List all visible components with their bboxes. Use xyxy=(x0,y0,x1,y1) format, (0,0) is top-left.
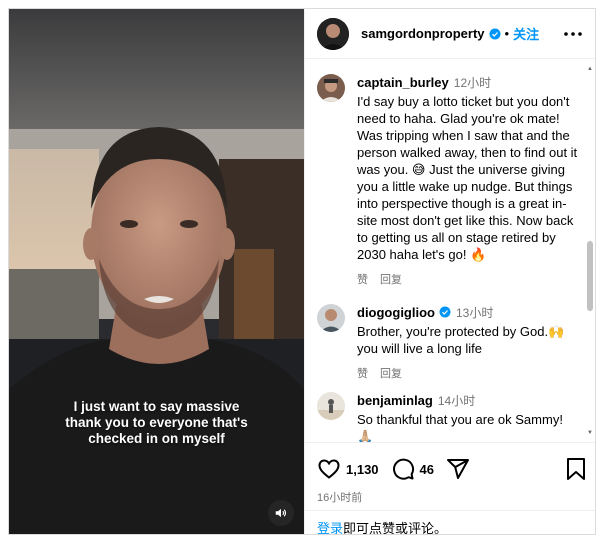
comment-username[interactable]: diogogiglioo xyxy=(357,305,435,320)
comment-list[interactable]: captain_burley 12小时 I'd say buy a lotto t… xyxy=(305,60,595,442)
verified-icon xyxy=(489,28,501,39)
comment-text: I'd say buy a lotto ticket but you don't… xyxy=(357,94,578,262)
verified-icon xyxy=(439,306,451,318)
share-icon xyxy=(447,459,470,479)
separator-dot: • xyxy=(504,26,510,41)
commenter-avatar[interactable] xyxy=(317,392,345,420)
comment-time[interactable]: 14小时 xyxy=(438,394,475,408)
caption-line: I just want to say massive xyxy=(73,399,240,414)
commenter-avatar[interactable] xyxy=(317,304,345,332)
commenter-avatar[interactable] xyxy=(317,74,345,102)
comment-username[interactable]: captain_burley xyxy=(357,75,449,90)
login-prompt: 登录即可点赞或评论。 xyxy=(305,510,595,535)
post-actions: 1,130 46 16小时前 登录即可点赞或评论。 xyxy=(305,442,595,535)
share-button[interactable] xyxy=(446,457,470,481)
avatar-image xyxy=(317,304,345,332)
comment-icon xyxy=(392,458,414,480)
bookmark-icon xyxy=(567,458,585,480)
login-link[interactable]: 登录 xyxy=(317,521,343,534)
sound-toggle-button[interactable] xyxy=(268,500,294,526)
comment-username[interactable]: benjaminlag xyxy=(357,393,433,408)
post-header: samgordonproperty • 关注 xyxy=(305,9,595,59)
post-sidebar: samgordonproperty • 关注 captain_burley 12… xyxy=(304,9,595,535)
like-button[interactable] xyxy=(317,457,341,481)
scroll-down-arrow[interactable]: ▼ xyxy=(586,429,594,437)
comment-time[interactable]: 13小时 xyxy=(456,306,493,320)
comment-like-button[interactable]: 赞 xyxy=(357,368,368,380)
scrollbar-thumb[interactable] xyxy=(587,241,593,311)
author-username[interactable]: samgordonproperty xyxy=(361,26,485,41)
scroll-up-arrow[interactable]: ▲ xyxy=(586,65,594,73)
avatar-image xyxy=(317,392,345,420)
avatar-image xyxy=(317,17,349,50)
more-options-button[interactable] xyxy=(562,23,584,45)
video-player[interactable]: I just want to say massive thank you to … xyxy=(9,9,304,534)
login-prompt-text: 即可点赞或评论。 xyxy=(343,521,448,535)
comment-count: 46 xyxy=(419,461,435,477)
video-caption: I just want to say massive thank you to … xyxy=(29,399,284,447)
comment-like-button[interactable]: 赞 xyxy=(357,274,368,286)
video-frame xyxy=(9,9,304,534)
more-icon xyxy=(564,32,582,36)
comment-time[interactable]: 12小时 xyxy=(454,76,491,90)
post-timestamp[interactable]: 16小时前 xyxy=(317,489,362,505)
follow-button[interactable]: 关注 xyxy=(513,24,539,43)
comment-text: So thankful that you are ok Sammy! 🙏🏼 xyxy=(357,412,563,442)
comment-scrollbar[interactable]: ▲ ▼ xyxy=(586,65,594,437)
comment-text: Brother, you're protected by God.🙌 you w… xyxy=(357,324,565,356)
caption-line: checked in on myself xyxy=(88,431,225,446)
comment-button[interactable] xyxy=(391,457,415,481)
avatar[interactable] xyxy=(317,17,349,50)
post-frame: I just want to say massive thank you to … xyxy=(8,8,596,535)
comment-reply-button[interactable]: 回复 xyxy=(380,274,402,286)
caption-line: thank you to everyone that's xyxy=(65,415,248,430)
avatar-image xyxy=(317,74,345,102)
heart-icon xyxy=(318,459,340,479)
action-icons-row: 1,130 46 xyxy=(317,455,587,483)
save-button[interactable] xyxy=(565,457,587,486)
like-count[interactable]: 1,130 xyxy=(346,462,379,477)
comment-reply-button[interactable]: 回复 xyxy=(380,368,402,380)
sound-icon xyxy=(275,508,287,518)
